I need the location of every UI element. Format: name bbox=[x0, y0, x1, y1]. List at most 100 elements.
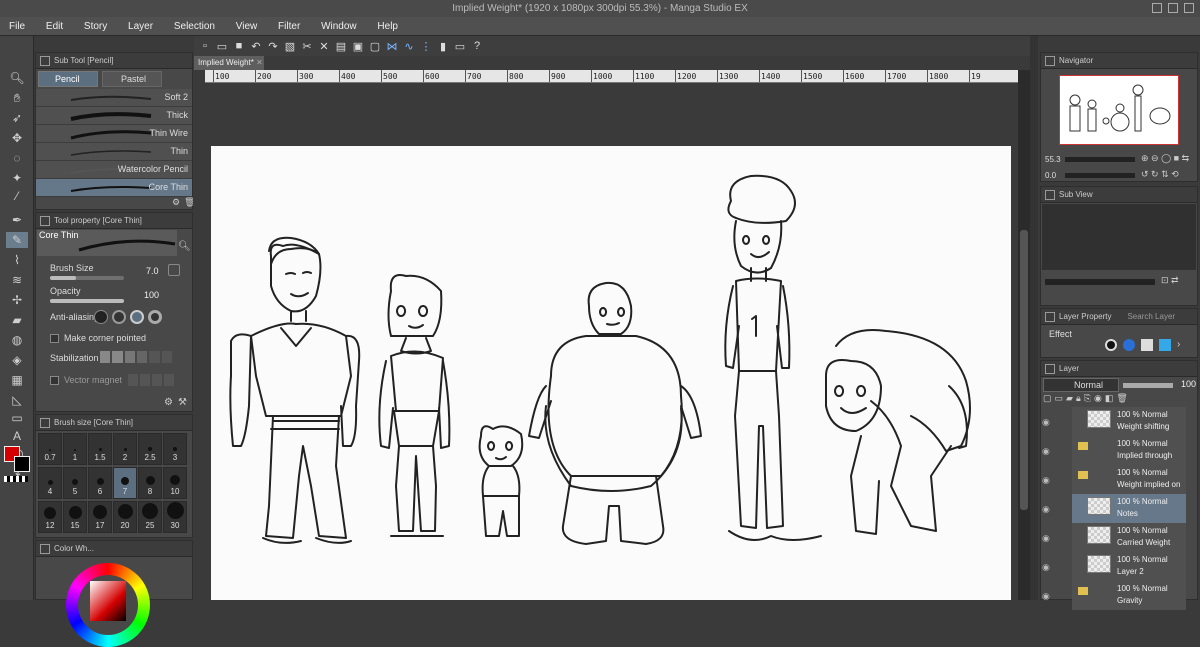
toolprop-settings-icon[interactable]: ⚙ bbox=[164, 397, 173, 408]
transparent-color-swatch[interactable] bbox=[4, 476, 28, 482]
maximize-button[interactable] bbox=[1168, 3, 1178, 13]
layer-row[interactable]: 100 % Normal Implied through bbox=[1072, 436, 1186, 466]
tone-effect-icon[interactable] bbox=[1141, 339, 1153, 351]
brush-size-preset[interactable]: 17 bbox=[88, 501, 112, 533]
move-tool-icon[interactable]: ✥ bbox=[6, 130, 28, 146]
vector-magnet-bar[interactable] bbox=[128, 374, 174, 386]
menu-window[interactable]: Window bbox=[312, 17, 366, 36]
layer-opacity-value[interactable]: 100 bbox=[1181, 379, 1196, 389]
color-wheel[interactable] bbox=[66, 563, 150, 647]
layer-color-icon[interactable] bbox=[1123, 339, 1135, 351]
visibility-eye-icon[interactable]: ◉ bbox=[1042, 417, 1052, 427]
navigator-angle-value[interactable]: 0.0 bbox=[1045, 171, 1056, 180]
tab-pastel[interactable]: Pastel bbox=[102, 71, 162, 87]
undo-icon[interactable]: ↶ bbox=[249, 39, 263, 53]
menu-selection[interactable]: Selection bbox=[165, 17, 224, 36]
minimize-button[interactable] bbox=[1152, 3, 1162, 13]
right-panel-divider[interactable] bbox=[1030, 36, 1038, 600]
more-effects-icon[interactable]: › bbox=[1177, 339, 1189, 351]
border-effect-icon[interactable] bbox=[1105, 339, 1117, 351]
gradient-tool-icon[interactable]: ▦ bbox=[6, 372, 28, 388]
brush-soft2[interactable]: Soft 2 bbox=[36, 89, 192, 107]
eyedropper-icon[interactable]: ⁄ bbox=[6, 188, 28, 204]
layer-opacity-slider[interactable] bbox=[1123, 383, 1173, 388]
ruler-snap-icon[interactable]: ⋈ bbox=[385, 39, 399, 53]
visibility-eye-icon[interactable]: ◉ bbox=[1042, 533, 1052, 543]
pen-tool-icon[interactable]: ✒ bbox=[6, 212, 28, 228]
color-triangle[interactable] bbox=[90, 581, 126, 621]
layer-row[interactable]: 100 % Normal Carried Weight bbox=[1072, 523, 1186, 553]
brush-size-preset[interactable]: 7 bbox=[113, 467, 137, 499]
visibility-eye-icon[interactable]: ◉ bbox=[1042, 591, 1052, 601]
subtool-settings-icon[interactable]: ⚙ bbox=[172, 197, 180, 208]
cut-icon[interactable]: ✂ bbox=[300, 39, 314, 53]
visibility-eye-icon[interactable]: ◉ bbox=[1042, 446, 1052, 456]
brush-core-thin[interactable]: Core Thin bbox=[36, 179, 192, 197]
special-ruler-icon[interactable]: ∿ bbox=[402, 39, 416, 53]
brush-size-slider[interactable] bbox=[50, 276, 124, 280]
drawing-canvas[interactable] bbox=[211, 146, 1011, 600]
lasso-tool-icon[interactable]: ◌ bbox=[6, 150, 28, 166]
menu-edit[interactable]: Edit bbox=[37, 17, 72, 36]
document-tab[interactable]: Implied Weight* ✕ bbox=[194, 56, 264, 70]
object-tool-icon[interactable]: ➶ bbox=[6, 110, 28, 126]
new-folder-icon[interactable]: ▰ bbox=[1066, 393, 1073, 407]
navigator-zoom-slider[interactable] bbox=[1065, 157, 1135, 162]
corner-checkbox[interactable] bbox=[50, 334, 59, 343]
brush-size-preset[interactable]: 8 bbox=[138, 467, 162, 499]
frame-tool-icon[interactable]: ▭ bbox=[6, 410, 28, 426]
zoom-tool-icon[interactable]: 🔍︎ bbox=[6, 70, 28, 86]
clip-layer-icon[interactable]: ⎘ bbox=[1084, 393, 1091, 407]
menu-help[interactable]: Help bbox=[368, 17, 407, 36]
fill-tool-icon[interactable]: ◈ bbox=[6, 352, 28, 368]
figure-tool-icon[interactable]: ◺ bbox=[6, 392, 28, 408]
redo-icon[interactable]: ↷ bbox=[266, 39, 280, 53]
sub-color-swatch[interactable] bbox=[14, 456, 30, 472]
brush-size-preset[interactable]: 3 bbox=[163, 433, 187, 465]
brush-size-preset[interactable]: 25 bbox=[138, 501, 162, 533]
reference-layer-icon[interactable]: ◉ bbox=[1094, 393, 1102, 407]
navigator-rotate-icons[interactable]: ↺ ↻ ⇅ ⟲ bbox=[1141, 169, 1179, 180]
brush-size-preset[interactable]: 1.5 bbox=[88, 433, 112, 465]
navigator-rotate-slider[interactable] bbox=[1065, 173, 1135, 178]
grid-snap-icon[interactable]: ⋮ bbox=[419, 39, 433, 53]
brush-size-preset[interactable]: 20 bbox=[113, 501, 137, 533]
help-icon[interactable]: ? bbox=[470, 39, 484, 53]
text-tool-icon[interactable]: A bbox=[6, 428, 28, 444]
menu-file[interactable]: File bbox=[0, 17, 34, 36]
delete-layer-icon[interactable]: 🗑︎ bbox=[1116, 393, 1127, 407]
brush-size-preset[interactable]: 1 bbox=[63, 433, 87, 465]
brush-thick[interactable]: Thick bbox=[36, 107, 192, 125]
pen-pressure-icon[interactable] bbox=[168, 264, 180, 276]
toolprop-wrench-icon[interactable]: ⚒ bbox=[178, 397, 187, 408]
blend-tool-icon[interactable]: ◍ bbox=[6, 332, 28, 348]
layout-icon[interactable]: ▭ bbox=[453, 39, 467, 53]
layer-row[interactable]: 100 % Normal Layer 2 bbox=[1072, 552, 1186, 582]
hand-tool-icon[interactable]: ✋︎ bbox=[6, 90, 28, 106]
blend-mode-select[interactable]: Normal bbox=[1043, 378, 1119, 392]
deselect-icon[interactable]: ✕ bbox=[317, 39, 331, 53]
close-button[interactable] bbox=[1184, 3, 1194, 13]
brush-size-preset[interactable]: 0.7 bbox=[38, 433, 62, 465]
brush-size-preset[interactable]: 10 bbox=[163, 467, 187, 499]
brush-size-preset[interactable]: 15 bbox=[63, 501, 87, 533]
brush-size-preset[interactable]: 2.5 bbox=[138, 433, 162, 465]
tab-search-layer[interactable]: Search Layer bbox=[1127, 312, 1175, 321]
new-raster-layer-icon[interactable]: ▢ bbox=[1043, 393, 1052, 407]
brush-size-value[interactable]: 7.0 bbox=[146, 266, 159, 276]
subview-slider[interactable] bbox=[1045, 279, 1155, 285]
brush-thin[interactable]: Thin bbox=[36, 143, 192, 161]
open-icon[interactable]: ▭ bbox=[215, 39, 229, 53]
magic-wand-icon[interactable]: ✦ bbox=[6, 170, 28, 186]
antialias-weak-button[interactable] bbox=[112, 310, 126, 324]
canvas-vertical-scrollbar[interactable] bbox=[1018, 70, 1030, 600]
decoration-tool-icon[interactable]: ✢ bbox=[6, 292, 28, 308]
scrollbar-thumb[interactable] bbox=[1020, 230, 1028, 510]
brush-thin-wire[interactable]: Thin Wire bbox=[36, 125, 192, 143]
navigator-zoom-value[interactable]: 55.3 bbox=[1045, 155, 1061, 164]
layer-row[interactable]: 100 % Normal Weight implied on bbox=[1072, 465, 1186, 495]
paint-icon[interactable]: ▮ bbox=[436, 39, 450, 53]
brush-size-preset[interactable]: 5 bbox=[63, 467, 87, 499]
brush-size-preset[interactable]: 2 bbox=[113, 433, 137, 465]
antialias-medium-button[interactable] bbox=[130, 310, 144, 324]
